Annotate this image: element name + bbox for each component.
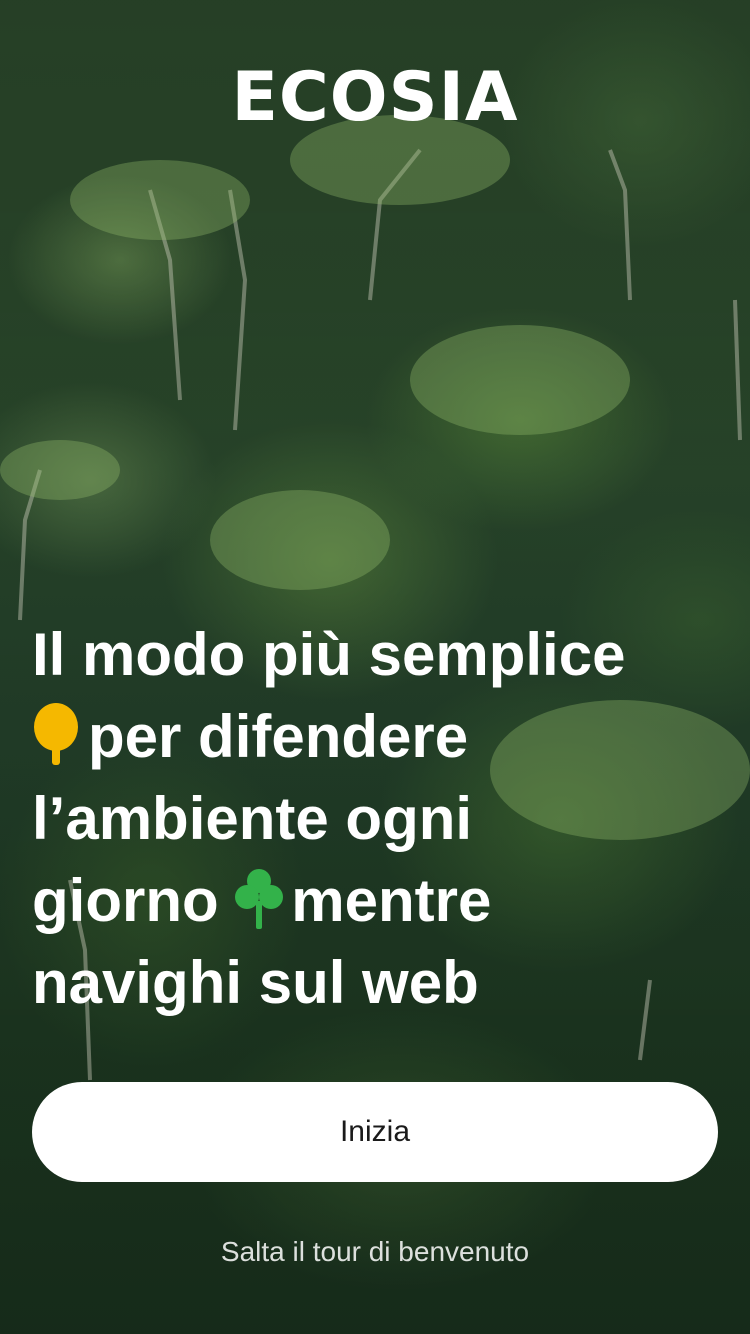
headline-line: per difendere xyxy=(32,696,722,778)
start-button[interactable]: Inizia xyxy=(32,1082,718,1182)
headline-line: l’ambiente ogni xyxy=(32,785,473,852)
welcome-headline: Il modo più semplice per difendere l’amb… xyxy=(32,614,722,1024)
headline-line: Il modo più semplice xyxy=(32,621,626,688)
clover-emoji-icon xyxy=(235,869,284,930)
tree-emoji-icon xyxy=(34,703,78,766)
headline-line: giorno mentre xyxy=(32,860,722,942)
headline-line-text: giorno xyxy=(32,867,219,934)
headline-line: navighi sul web xyxy=(32,949,479,1016)
skip-tour-link[interactable]: Salta il tour di benvenuto xyxy=(0,1232,750,1272)
headline-line-text: per difendere xyxy=(88,703,469,770)
headline-line-text: mentre xyxy=(291,867,492,934)
ecosia-logo: ECOSIA xyxy=(231,58,519,137)
